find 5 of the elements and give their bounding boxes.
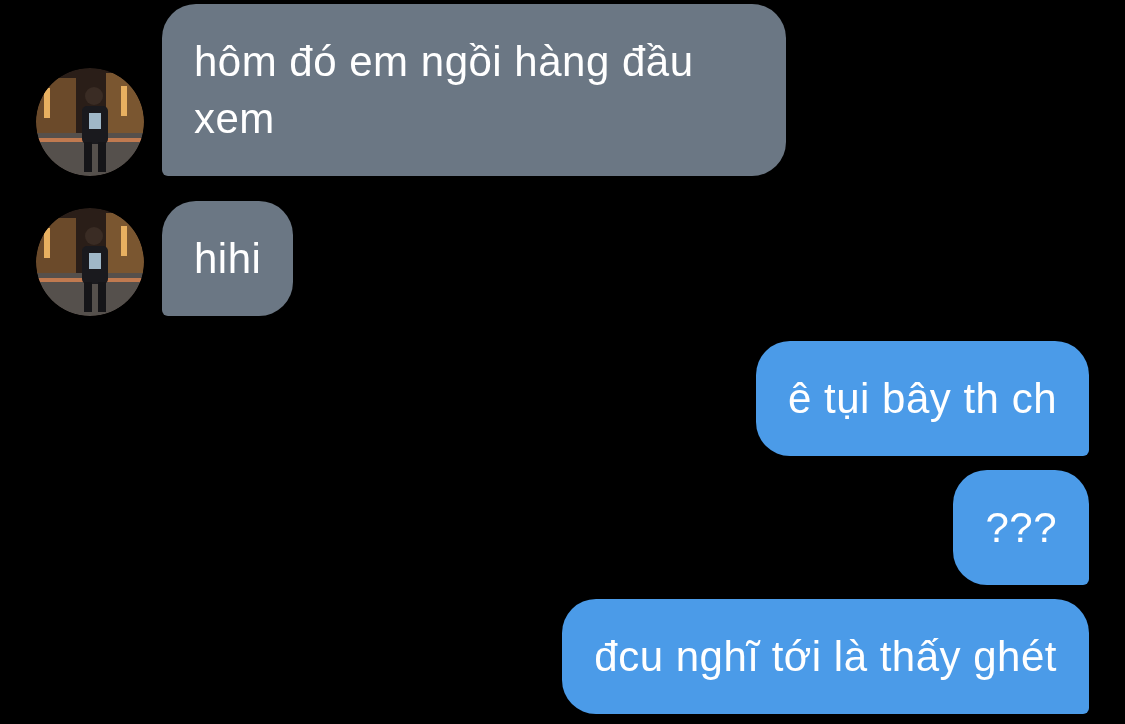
message-text: ???: [985, 504, 1057, 551]
message-text: ê tụi bây th ch: [788, 375, 1057, 422]
message-text: đcu nghĩ tới là thấy ghét: [594, 633, 1057, 680]
message-text: hôm đó em ngồi hàng đầu xem: [194, 37, 695, 144]
message-text: hihi: [194, 234, 262, 284]
